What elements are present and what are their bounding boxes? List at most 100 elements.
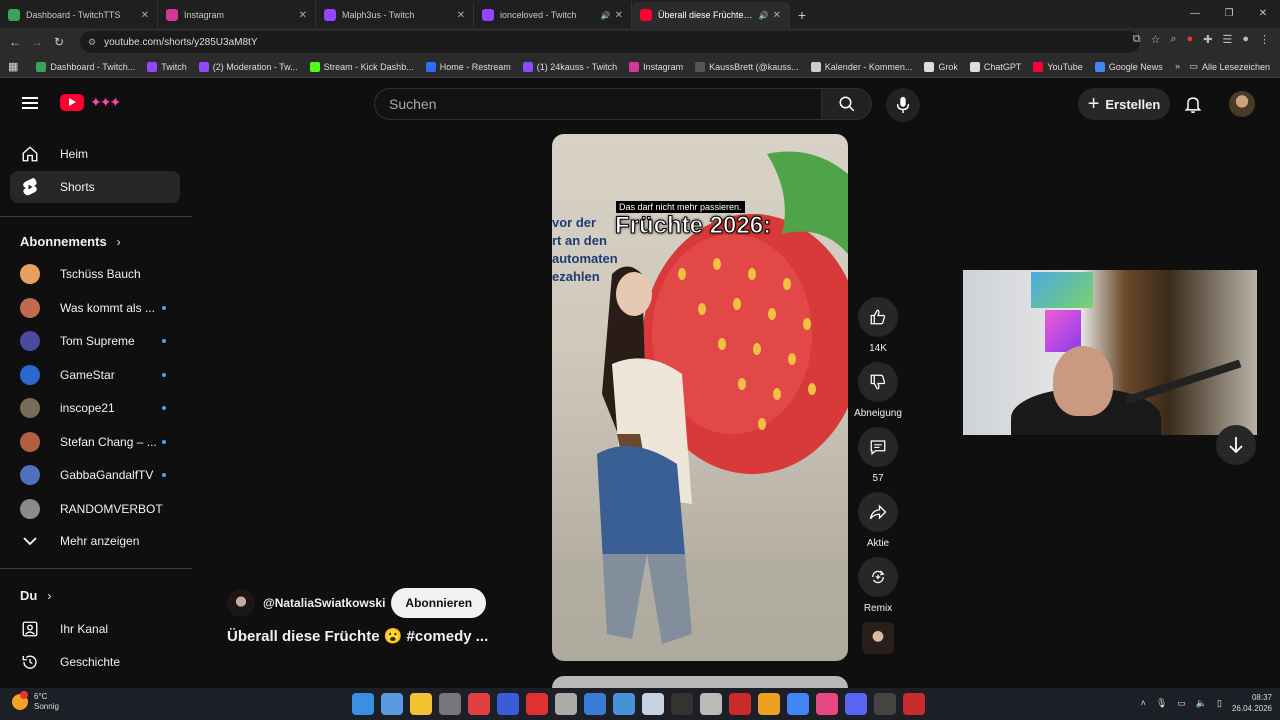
tab-youtube-short[interactable]: Überall diese Früchte 😮 #c 🔊 ✕ — [632, 2, 790, 28]
more-icon[interactable]: ⋮ — [1259, 33, 1270, 46]
all-bookmarks[interactable]: ▭ Alle Lesezeichen — [1189, 61, 1270, 72]
reload-icon[interactable]: ↻ — [48, 35, 70, 49]
new-tab-button[interactable]: + — [790, 2, 814, 28]
tab-instagram[interactable]: Instagram ✕ — [158, 2, 316, 28]
chevron-up-icon[interactable]: ˄ — [1141, 698, 1146, 708]
sidebar-item-home[interactable]: Heim — [10, 138, 180, 170]
bookmark-item[interactable]: KaussBrett (@kauss... — [695, 61, 799, 72]
like-action[interactable]: 14K — [852, 297, 904, 354]
weather-widget[interactable]: 6°C Sonnig — [12, 691, 59, 712]
tab-ionceloved[interactable]: ionceloved - Twitch 🔊 ✕ — [474, 2, 632, 28]
comments-action[interactable]: 57 — [852, 427, 904, 484]
taskbar-app-icon[interactable] — [439, 693, 461, 715]
youtube-logo[interactable]: ✦✦✦ — [60, 94, 121, 111]
close-tab-icon[interactable]: ✕ — [773, 10, 781, 21]
minimize-icon[interactable]: — — [1178, 0, 1212, 28]
taskbar-app-icon[interactable] — [874, 693, 896, 715]
sidebar-item-history[interactable]: Geschichte — [10, 646, 180, 678]
you-header[interactable]: Du › — [20, 588, 51, 603]
voice-search-button[interactable] — [886, 88, 920, 122]
sidebar-item-channel[interactable]: Ihr Kanal — [10, 613, 180, 645]
subscriptions-header[interactable]: Abonnements › — [20, 234, 121, 249]
search-button[interactable] — [822, 88, 872, 120]
subscription-item[interactable]: inscope21 — [10, 392, 180, 424]
sidebar-item-shorts[interactable]: Shorts — [10, 171, 180, 203]
chevron-right-icon[interactable]: » — [1175, 61, 1180, 71]
taskbar-app-icon[interactable] — [787, 693, 809, 715]
taskbar-app-icon[interactable] — [555, 693, 577, 715]
short-video-player[interactable]: vor der rt an den automaten ezahlen Das … — [552, 134, 848, 661]
subscription-item[interactable]: GameStar — [10, 359, 180, 391]
account-avatar[interactable] — [1229, 91, 1255, 117]
speaker-icon[interactable]: 🔊 — [759, 11, 769, 20]
channel-avatar[interactable] — [227, 589, 255, 617]
taskbar-app-icon[interactable] — [410, 693, 432, 715]
close-window-icon[interactable]: ✕ — [1246, 0, 1280, 28]
share-action[interactable]: Aktie — [852, 492, 904, 549]
bookmark-item[interactable]: (2) Moderation - Tw... — [198, 61, 298, 72]
taskbar-app-icon[interactable] — [468, 693, 490, 715]
close-tab-icon[interactable]: ✕ — [615, 10, 623, 21]
taskbar-app-icon[interactable] — [584, 693, 606, 715]
forward-icon[interactable]: → — [26, 35, 48, 49]
star-icon[interactable]: ☆ — [1151, 33, 1161, 46]
extension-icon[interactable]: ● — [1187, 33, 1194, 46]
network-icon[interactable]: ▭ — [1177, 698, 1186, 709]
mic-tray-icon[interactable]: 🎙 — [1156, 698, 1167, 709]
bookmark-item[interactable]: Google News — [1094, 61, 1163, 72]
bookmark-item[interactable]: Kalender - Kommen... — [810, 61, 912, 72]
tab-malph3us[interactable]: Malph3us - Twitch ✕ — [316, 2, 474, 28]
subscription-item[interactable]: Was kommt als ... — [10, 292, 180, 324]
taskbar-app-icon[interactable] — [526, 693, 548, 715]
profile-icon[interactable]: ● — [1242, 33, 1249, 46]
like-button[interactable] — [858, 297, 898, 337]
zoom-icon[interactable]: ⌕ — [1170, 33, 1176, 46]
taskbar-app-icon[interactable] — [613, 693, 635, 715]
subscription-item[interactable]: GabbaGandalfTV — [10, 459, 180, 491]
taskbar-app-icon[interactable] — [352, 693, 374, 715]
maximize-icon[interactable]: ❐ — [1212, 0, 1246, 28]
bookmark-item[interactable]: Instagram — [629, 61, 683, 72]
taskbar-app-icon[interactable] — [381, 693, 403, 715]
url-bar[interactable]: ⚙ youtube.com/shorts/y285U3aM8tY — [80, 31, 1140, 53]
dislike-button[interactable] — [858, 362, 898, 402]
apps-icon[interactable]: ▦ — [8, 60, 18, 73]
back-icon[interactable]: ← — [4, 35, 26, 49]
hamburger-menu-icon[interactable] — [22, 97, 38, 109]
bookmark-item[interactable]: YouTube — [1033, 61, 1083, 72]
show-more-button[interactable]: Mehr anzeigen — [10, 525, 180, 557]
battery-icon[interactable]: ▯ — [1217, 698, 1222, 709]
subscription-item[interactable]: Tschüss Bauch — [10, 258, 180, 290]
bookmark-item[interactable]: (1) 24kauss - Twitch — [522, 61, 617, 72]
sound-thumbnail[interactable] — [862, 622, 894, 654]
subscription-item[interactable]: Tom Supreme — [10, 325, 180, 357]
share-button[interactable] — [858, 492, 898, 532]
subscription-item[interactable]: Stefan Chang – ... — [10, 426, 180, 458]
tab-twitchtts[interactable]: Dashboard - TwitchTTS ✕ — [0, 2, 158, 28]
speaker-icon[interactable]: 🔊 — [601, 11, 611, 20]
taskbar-app-icon[interactable] — [903, 693, 925, 715]
bookmark-item[interactable]: Home - Restream — [425, 61, 511, 72]
search-input[interactable]: Suchen — [374, 88, 822, 120]
menu-icon[interactable]: ☰ — [1222, 33, 1232, 46]
taskbar-app-icon[interactable] — [816, 693, 838, 715]
short-title[interactable]: Überall diese Früchte 😮 #comedy ... — [227, 627, 488, 645]
taskbar-app-icon[interactable] — [729, 693, 751, 715]
taskbar-app-icon[interactable] — [497, 693, 519, 715]
site-info-icon[interactable]: ⚙ — [88, 37, 96, 48]
close-tab-icon[interactable]: ✕ — [457, 10, 465, 21]
close-tab-icon[interactable]: ✕ — [141, 10, 149, 21]
bookmark-item[interactable]: ChatGPT — [969, 61, 1021, 72]
taskbar-app-icon[interactable] — [671, 693, 693, 715]
translate-icon[interactable]: ⧉ — [1133, 33, 1141, 46]
channel-name[interactable]: @NataliaSwiatkowski — [263, 596, 385, 610]
remix-action[interactable]: Remix — [852, 557, 904, 614]
taskbar-app-icon[interactable] — [845, 693, 867, 715]
bookmark-item[interactable]: Dashboard - Twitch... — [36, 61, 135, 72]
taskbar-app-icon[interactable] — [700, 693, 722, 715]
subscribe-button[interactable]: Abonnieren — [391, 588, 487, 618]
volume-icon[interactable]: 🔈 — [1196, 698, 1207, 709]
close-tab-icon[interactable]: ✕ — [299, 10, 307, 21]
taskbar-app-icon[interactable] — [758, 693, 780, 715]
subscription-item[interactable]: RANDOMVERBOT — [10, 493, 180, 525]
